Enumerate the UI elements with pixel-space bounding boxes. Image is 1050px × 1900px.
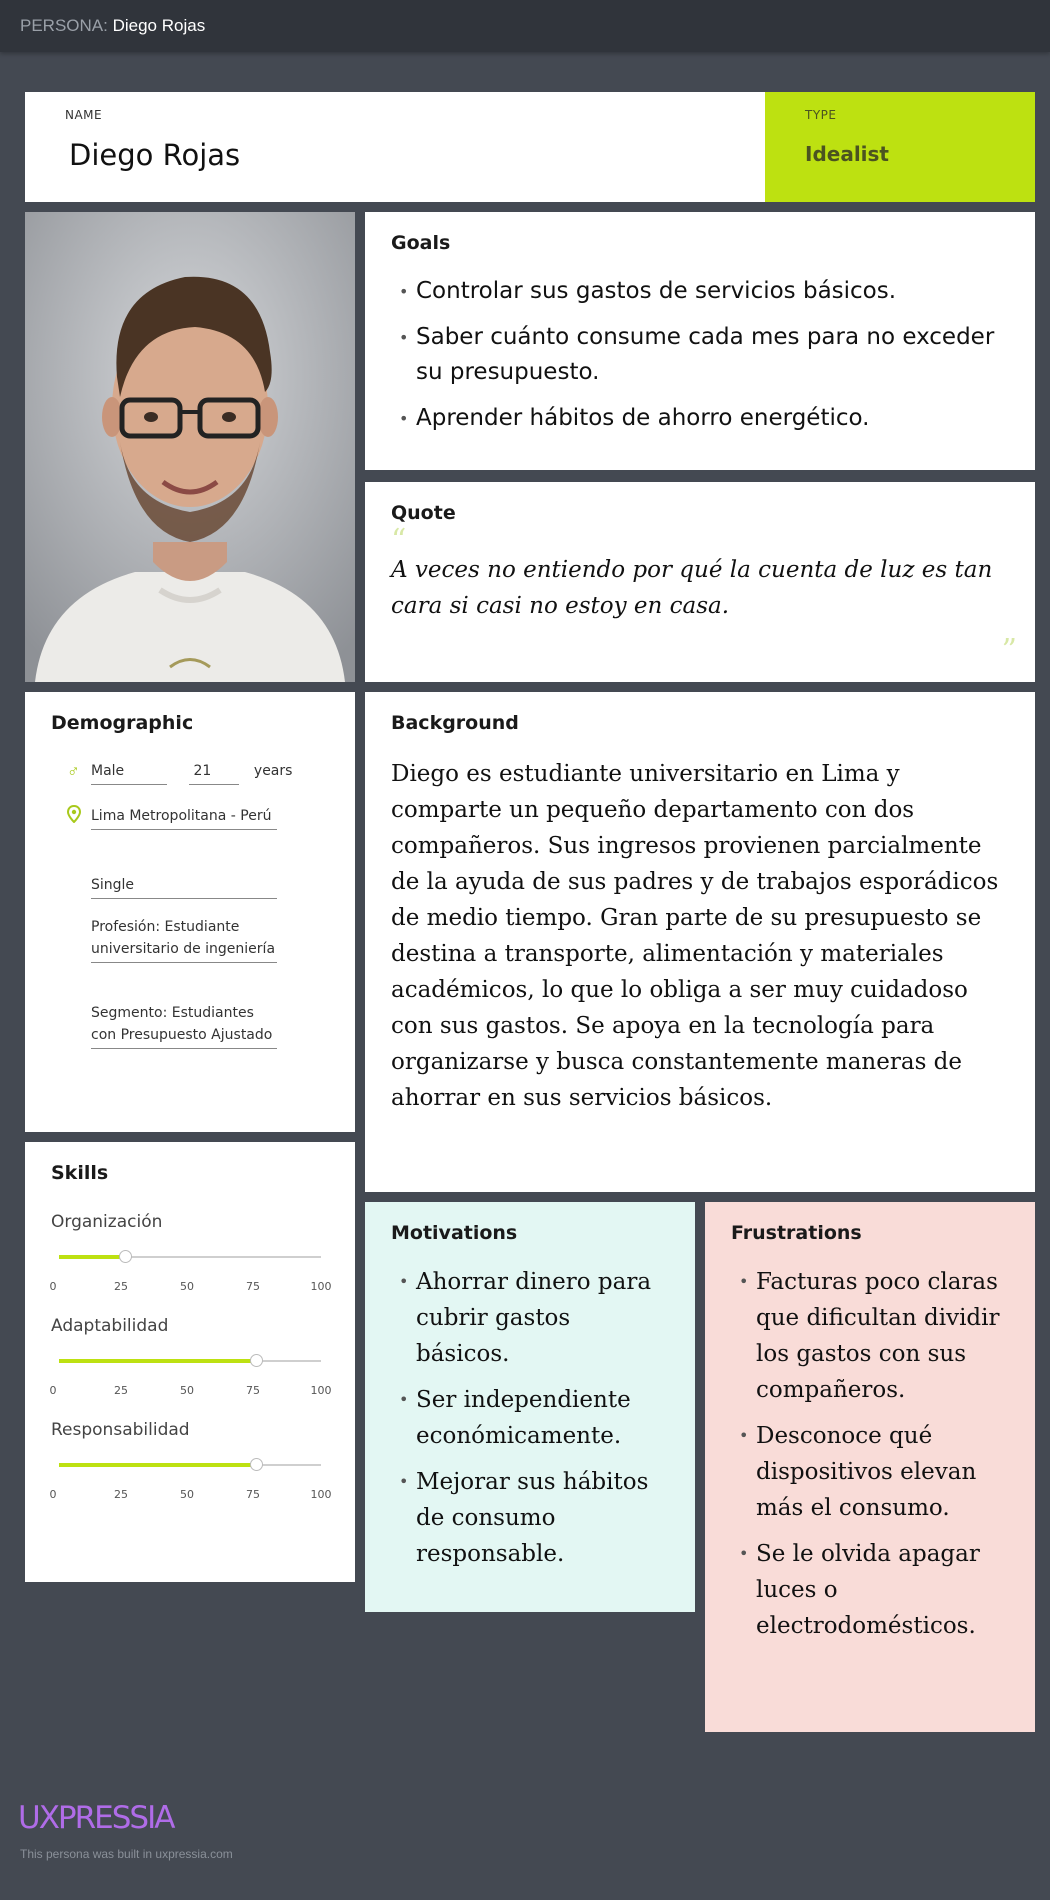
motivation-item[interactable]: Ahorrar dinero para cubrir gastos básico… (391, 1264, 669, 1372)
skills-card[interactable]: Skills Organización 0 25 50 75 100 Adapt… (25, 1142, 355, 1582)
frustrations-card[interactable]: Frustrations Facturas poco claras que di… (705, 1202, 1035, 1732)
profession-field[interactable]: Profesión: Estudiante universitario de i… (91, 916, 277, 963)
frustration-item[interactable]: Se le olvida apagar luces o electrodomés… (731, 1536, 1009, 1644)
goal-item[interactable]: Aprender hábitos de ahorro energético. (391, 401, 1009, 436)
motivation-item[interactable]: Mejorar sus hábitos de consumo responsab… (391, 1464, 669, 1572)
tick-label: 0 (49, 1280, 57, 1293)
segment-field[interactable]: Segmento: Estudiantes con Presupuesto Aj… (91, 1002, 277, 1049)
tick-label: 25 (114, 1488, 128, 1501)
goals-title: Goals (391, 232, 451, 254)
skill-name: Organización (51, 1212, 163, 1232)
skill-responsabilidad: Responsabilidad 0 25 50 75 100 (50, 1420, 341, 1501)
tick-label: 0 (49, 1488, 57, 1501)
goal-item[interactable]: Controlar sus gastos de servicios básico… (391, 274, 1009, 309)
age-unit: years (253, 763, 293, 779)
motivation-item[interactable]: Ser independiente económicamente. (391, 1382, 669, 1454)
tick-label: 25 (114, 1280, 128, 1293)
persona-type[interactable]: Idealist (805, 142, 995, 166)
frustrations-list: Facturas poco claras que dificultan divi… (731, 1264, 1009, 1644)
skill-slider-track[interactable] (59, 1458, 321, 1471)
portrait-image (25, 212, 355, 682)
skill-slider-track[interactable] (59, 1354, 321, 1367)
tick-label: 100 (310, 1280, 332, 1293)
motivations-card[interactable]: Motivations Ahorrar dinero para cubrir g… (365, 1202, 695, 1612)
skill-scale: 0 25 50 75 100 (49, 1488, 341, 1504)
quote-card[interactable]: Quote “ A veces no entiendo por qué la c… (365, 482, 1035, 682)
persona-name[interactable]: Diego Rojas (69, 138, 725, 172)
tick-label: 25 (114, 1384, 128, 1397)
tick-label: 75 (246, 1488, 260, 1501)
skill-scale: 0 25 50 75 100 (49, 1384, 341, 1400)
tick-label: 75 (246, 1280, 260, 1293)
goals-list: Controlar sus gastos de servicios básico… (391, 274, 1009, 436)
quote-close-mark: ” (1001, 633, 1017, 668)
goals-card[interactable]: Goals Controlar sus gastos de servicios … (365, 212, 1035, 470)
footer-note: This persona was built in uxpressia.com (20, 1847, 233, 1861)
status-field[interactable]: Single (91, 874, 277, 899)
motivations-title: Motivations (391, 1222, 518, 1244)
background-text[interactable]: Diego es estudiante universitario en Lim… (391, 756, 1009, 1116)
tick-label: 0 (49, 1384, 57, 1397)
quote-text[interactable]: A veces no entiendo por qué la cuenta de… (391, 552, 1009, 624)
skill-scale: 0 25 50 75 100 (49, 1280, 341, 1296)
tick-label: 100 (310, 1384, 332, 1397)
skill-slider-fill (59, 1359, 256, 1363)
skills-title: Skills (51, 1162, 109, 1184)
male-symbol-icon: ♂ (67, 762, 80, 781)
tick-label: 75 (246, 1384, 260, 1397)
type-label: TYPE (805, 108, 837, 122)
motivations-list: Ahorrar dinero para cubrir gastos básico… (391, 1264, 669, 1572)
gender-row: Male 21 years (91, 760, 292, 785)
background-title: Background (391, 712, 519, 734)
skill-slider-handle[interactable] (118, 1250, 132, 1263)
tick-label: 50 (180, 1280, 194, 1293)
skill-slider-fill (59, 1255, 125, 1259)
skill-slider-handle[interactable] (249, 1458, 263, 1471)
gender-field[interactable]: Male (91, 760, 167, 785)
quote-open-mark: “ (391, 523, 407, 558)
location-field[interactable]: Lima Metropolitana - Perú (91, 805, 277, 830)
top-bar: PERSONA: Diego Rojas (0, 0, 1050, 52)
name-label: NAME (65, 108, 103, 122)
skill-slider-track[interactable] (59, 1250, 321, 1263)
frustration-item[interactable]: Desconoce qué dispositivos elevan más el… (731, 1418, 1009, 1526)
skill-slider-handle[interactable] (249, 1354, 263, 1367)
frustrations-title: Frustrations (731, 1222, 862, 1244)
skill-name: Responsabilidad (51, 1420, 190, 1440)
uxpressia-logo[interactable]: UXPRESSIA (18, 1800, 175, 1836)
tick-label: 50 (180, 1488, 194, 1501)
tick-label: 50 (180, 1384, 194, 1397)
skill-organizacion: Organización 0 25 50 75 100 (50, 1212, 341, 1293)
quote-title: Quote (391, 502, 456, 524)
name-card[interactable]: NAME Diego Rojas (25, 92, 765, 202)
location-pin-icon (66, 804, 82, 828)
header-title: Diego Rojas (112, 16, 206, 35)
demographic-card[interactable]: Demographic ♂ Male 21 years Lima Metropo… (25, 692, 355, 1132)
background-card[interactable]: Background Diego es estudiante universit… (365, 692, 1035, 1192)
skill-adaptabilidad: Adaptabilidad 0 25 50 75 100 (50, 1316, 341, 1397)
header-prefix: PERSONA: (20, 16, 108, 35)
demographic-title: Demographic (51, 712, 194, 734)
age-field[interactable]: 21 (189, 760, 240, 785)
persona-photo[interactable] (25, 212, 355, 682)
tick-label: 100 (310, 1488, 332, 1501)
skill-slider-fill (59, 1463, 256, 1467)
goal-item[interactable]: Saber cuánto consume cada mes para no ex… (391, 320, 1009, 390)
skill-name: Adaptabilidad (51, 1316, 169, 1336)
frustration-item[interactable]: Facturas poco claras que dificultan divi… (731, 1264, 1009, 1408)
type-card[interactable]: TYPE Idealist (765, 92, 1035, 202)
